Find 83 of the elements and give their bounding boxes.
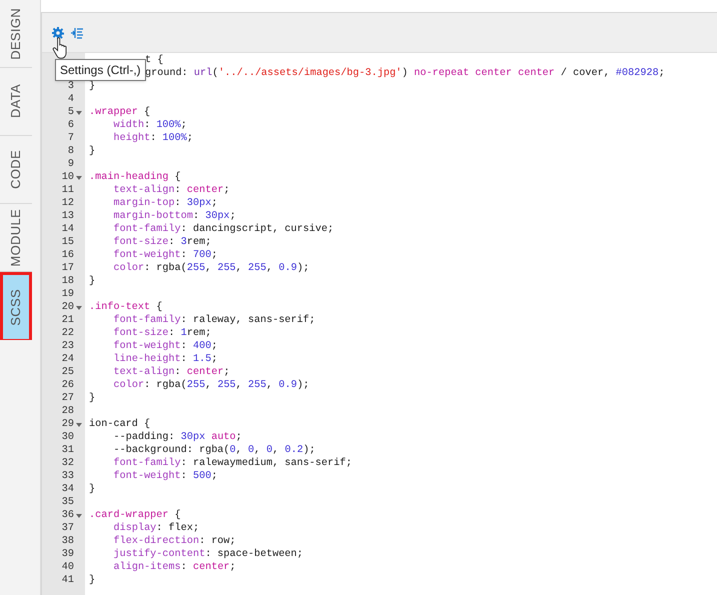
indent-icon[interactable]	[71, 26, 83, 38]
fold-caret-icon[interactable]	[76, 514, 82, 518]
line-number: 39	[62, 548, 74, 561]
line-number: 31	[62, 444, 74, 457]
fold-caret-icon[interactable]	[76, 176, 82, 180]
code-line: t {	[145, 54, 164, 67]
code-line: margin-bottom: 30px;	[114, 210, 236, 223]
line-number: 23	[62, 340, 74, 353]
code-line: margin-top: 30px;	[114, 197, 218, 210]
line-number: 24	[62, 353, 74, 366]
line-number: 35	[62, 496, 74, 509]
code-line: text-align: center;	[114, 366, 230, 379]
line-number: 18	[62, 275, 74, 288]
fold-caret-icon[interactable]	[76, 306, 82, 310]
code-line: height: 100%;	[114, 132, 194, 145]
line-number: 8	[68, 145, 74, 158]
code-line: }	[89, 483, 96, 496]
code-line: align-items: center;	[114, 561, 236, 574]
code-line: font-weight: 700;	[114, 249, 218, 262]
code-line: .info-text {	[89, 301, 162, 314]
line-number: 21	[62, 314, 74, 327]
code-line: flex-direction: row;	[114, 535, 236, 548]
fold-caret-icon[interactable]	[76, 110, 82, 114]
line-number: 7	[68, 132, 74, 145]
code-line: text-align: center;	[114, 184, 230, 197]
line-number: 34	[62, 483, 74, 496]
code-line: --padding: 30px auto;	[114, 431, 242, 444]
code-line: --background: rgba(0, 0, 0, 0.2);	[114, 444, 316, 457]
line-number: 12	[62, 197, 74, 210]
code-line: color: rgba(255, 255, 255, 0.9);	[114, 262, 310, 275]
line-number: 28	[62, 405, 74, 418]
line-number: 17	[62, 262, 74, 275]
line-number: 26	[62, 379, 74, 392]
code-line: .wrapper {	[89, 106, 150, 119]
line-number: 3	[68, 80, 74, 93]
code-line: font-weight: 400;	[114, 340, 218, 353]
side-tab[interactable]: SCSS	[0, 272, 32, 340]
line-number: 14	[62, 223, 74, 236]
code-line: ground: url('../../assets/images/bg-3.jpg') no-repeat center center / cover, #082928;	[145, 67, 665, 80]
code-line: font-size: 3rem;	[114, 236, 212, 249]
line-number: 16	[62, 249, 74, 262]
tooltip: Settings (Ctrl-,)	[55, 59, 146, 81]
line-number: 5	[68, 106, 74, 119]
line-number: 36	[62, 509, 74, 522]
code-line: width: 100%;	[114, 119, 187, 132]
code-line: line-height: 1.5;	[114, 353, 218, 366]
line-number: 25	[62, 366, 74, 379]
line-number: 4	[68, 93, 74, 106]
line-number: 37	[62, 522, 74, 535]
line-number: 9	[68, 158, 74, 171]
line-number: 27	[62, 392, 74, 405]
code-line: display: flex;	[114, 522, 200, 535]
code-line: font-family: ralewaymedium, sans-serif;	[114, 457, 352, 470]
code-line: ion-card {	[89, 418, 150, 431]
line-number: 33	[62, 470, 74, 483]
line-number: 30	[62, 431, 74, 444]
line-number: 19	[62, 288, 74, 301]
line-number: 20	[62, 301, 74, 314]
line-number: 22	[62, 327, 74, 340]
code-line: font-family: dancingscript, cursive;	[114, 223, 334, 236]
code-line: }	[89, 145, 96, 158]
line-number: 29	[62, 418, 74, 431]
code-line: .main-heading {	[89, 171, 181, 184]
code-line: justify-content: space-between;	[114, 548, 304, 561]
line-number: 6	[68, 119, 74, 132]
fold-caret-icon[interactable]	[76, 422, 82, 426]
line-number: 11	[62, 184, 74, 197]
code-line: .card-wrapper {	[89, 509, 181, 522]
code-line: }	[89, 574, 96, 587]
line-number: 10	[62, 171, 74, 184]
line-number: 40	[62, 561, 74, 574]
line-number: 13	[62, 210, 74, 223]
line-number: 41	[62, 574, 74, 587]
code-line: }	[89, 392, 96, 405]
code-line: font-weight: 500;	[114, 470, 218, 483]
settings-icon[interactable]	[52, 26, 64, 38]
code-line: font-family: raleway, sans-serif;	[114, 314, 316, 327]
line-number: 32	[62, 457, 74, 470]
code-line: color: rgba(255, 255, 255, 0.9);	[114, 379, 310, 392]
code-line: }	[89, 275, 96, 288]
code-line: font-size: 1rem;	[114, 327, 212, 340]
line-number: 15	[62, 236, 74, 249]
line-number: 38	[62, 535, 74, 548]
